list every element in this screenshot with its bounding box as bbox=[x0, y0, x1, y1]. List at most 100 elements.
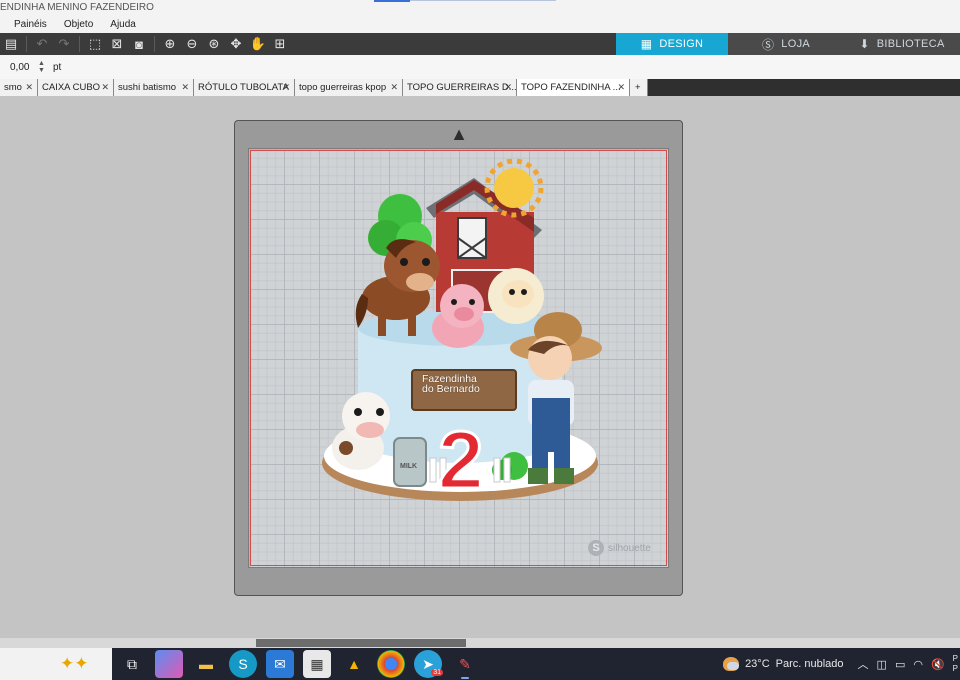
sun bbox=[494, 168, 534, 208]
sparkle-icon[interactable]: ✦✦ bbox=[60, 654, 89, 674]
pig-eye bbox=[451, 299, 457, 305]
cake-topper-artwork[interactable]: 2 MILK bbox=[318, 158, 608, 518]
horse-leg bbox=[408, 310, 416, 336]
toolbar-separator bbox=[79, 36, 80, 52]
value-stepper[interactable]: ▲ ▼ bbox=[38, 60, 45, 74]
doc-tab-label: TOPO FAZENDINHA ... bbox=[521, 82, 621, 93]
active-app-icon[interactable]: ✎ bbox=[451, 650, 479, 679]
telegram-badge: 31 bbox=[431, 669, 443, 676]
title-accent bbox=[374, 0, 410, 2]
feed-direction-arrow-icon: ▲ bbox=[450, 124, 468, 144]
outlook-icon[interactable]: ✉ bbox=[266, 650, 294, 678]
chrome-icon[interactable] bbox=[377, 650, 405, 678]
farmer-boot bbox=[554, 468, 574, 484]
doc-tab[interactable]: CAIXA CUBO ✕ bbox=[38, 79, 114, 96]
close-icon[interactable]: ✕ bbox=[504, 79, 512, 96]
value-field[interactable]: 0,00 bbox=[10, 62, 34, 73]
pig-eye bbox=[469, 299, 475, 305]
chevron-up-icon[interactable]: ︿ bbox=[858, 656, 869, 672]
horse-muzzle bbox=[406, 273, 434, 291]
tab-design-label: DESIGN bbox=[659, 38, 704, 50]
task-view-icon[interactable]: ⧉ bbox=[118, 650, 146, 678]
barn-window bbox=[457, 217, 487, 259]
redo-icon[interactable]: ↷ bbox=[53, 33, 75, 55]
close-icon[interactable]: ✕ bbox=[101, 79, 109, 96]
wifi-icon[interactable]: ◠ bbox=[913, 658, 923, 671]
doc-tab-label: CAIXA CUBO bbox=[42, 82, 101, 93]
doc-tab-label: smo bbox=[4, 82, 22, 93]
doc-tab[interactable]: TOPO GUERREIRAS D... ✕ bbox=[403, 79, 517, 96]
weather-widget[interactable]: 23°C Parc. nublado bbox=[723, 657, 844, 671]
doc-tab[interactable]: sushi batismo ✕ bbox=[114, 79, 194, 96]
farmer-boot bbox=[528, 468, 548, 484]
tab-loja[interactable]: Ⓢ LOJA bbox=[728, 33, 844, 55]
zoom-in-icon[interactable]: ⊕ bbox=[159, 33, 181, 55]
file-explorer-icon[interactable]: ▬ bbox=[192, 650, 220, 678]
taskbar-apps: ⧉ ▬ S ✉ ▦ ▲ ➤ 31 ✎ bbox=[118, 650, 488, 679]
doc-tab-label: TOPO GUERREIRAS D... bbox=[407, 82, 517, 93]
menu-objeto[interactable]: Objeto bbox=[64, 16, 93, 33]
pan-hand-icon[interactable]: ✋ bbox=[247, 33, 269, 55]
menu-paineis[interactable]: Painéis bbox=[14, 16, 47, 33]
toolbar-separator bbox=[154, 36, 155, 52]
system-tray: 23°C Parc. nublado ︿ ◫ ▭ ◠ 🔇 P P bbox=[723, 648, 960, 680]
plaque-line-2: do Bernardo bbox=[422, 383, 480, 395]
deselect-icon[interactable]: ⊠ bbox=[106, 33, 128, 55]
move-down-icon[interactable]: ✥ bbox=[225, 33, 247, 55]
telegram-icon[interactable]: ➤ 31 bbox=[414, 650, 443, 678]
select-all-icon[interactable]: ⬚ bbox=[84, 33, 106, 55]
doc-tab-active[interactable]: TOPO FAZENDINHA ... ✕ bbox=[517, 79, 630, 96]
title-line bbox=[410, 0, 556, 1]
cow-eye bbox=[376, 408, 384, 416]
window-title: ENDINHA MENINO FAZENDEIRO bbox=[0, 2, 154, 13]
store-s-icon: Ⓢ bbox=[761, 37, 775, 52]
close-icon[interactable]: ✕ bbox=[617, 79, 625, 96]
tab-biblioteca[interactable]: ⬇ BIBLIOTECA bbox=[844, 33, 960, 55]
doc-tab-label: RÓTULO TUBOLATA bbox=[198, 82, 289, 93]
unit-label: pt bbox=[52, 61, 62, 73]
pig-head bbox=[440, 284, 484, 328]
select-by-color-icon[interactable]: ◙ bbox=[128, 33, 150, 55]
close-icon[interactable]: ✕ bbox=[282, 79, 290, 96]
milk-label: MILK bbox=[400, 463, 417, 470]
design-grid-icon: ▦ bbox=[640, 37, 653, 51]
close-icon[interactable]: ✕ bbox=[390, 79, 398, 96]
watermark-text: silhouette bbox=[608, 542, 651, 554]
battery-icon[interactable]: ▭ bbox=[895, 658, 905, 671]
sheep-eye bbox=[521, 289, 527, 295]
doc-tab[interactable]: RÓTULO TUBOLATA ✕ bbox=[194, 79, 295, 96]
zoom-out-icon[interactable]: ⊖ bbox=[181, 33, 203, 55]
volume-muted-icon[interactable]: 🔇 bbox=[931, 658, 945, 671]
doc-tab[interactable]: smo ✕ bbox=[0, 79, 38, 96]
camera-icon[interactable]: ◫ bbox=[877, 658, 887, 671]
close-icon[interactable]: ✕ bbox=[25, 79, 33, 96]
clock[interactable]: P P bbox=[953, 654, 958, 674]
horse-eye bbox=[400, 258, 408, 266]
google-drive-icon[interactable]: ▲ bbox=[340, 650, 368, 678]
clipboard-icon[interactable]: ▤ bbox=[0, 33, 22, 55]
properties-bar: 0,00 ▲ ▼ pt bbox=[0, 55, 960, 79]
fit-page-icon[interactable]: ⊞ bbox=[269, 33, 291, 55]
menu-bar: Painéis Objeto Ajuda bbox=[0, 16, 960, 33]
clock-line-2: P bbox=[952, 664, 958, 673]
doc-tab[interactable]: topo guerreiras kpop ✕ bbox=[295, 79, 403, 96]
window-title-bar: ENDINHA MENINO FAZENDEIRO bbox=[0, 0, 960, 16]
undo-icon[interactable]: ↶ bbox=[31, 33, 53, 55]
copilot-icon[interactable] bbox=[155, 650, 183, 678]
tab-design[interactable]: ▦ DESIGN bbox=[616, 33, 728, 55]
sheep-face bbox=[502, 280, 534, 308]
silhouette-watermark: S silhouette bbox=[588, 540, 651, 556]
horizontal-scrollbar[interactable] bbox=[0, 638, 960, 648]
add-tab-button[interactable]: + bbox=[630, 79, 648, 96]
zoom-selection-icon[interactable]: ⊛ bbox=[203, 33, 225, 55]
doc-tab-label: sushi batismo bbox=[118, 82, 177, 93]
temperature-text: 23°C bbox=[745, 658, 770, 670]
menu-ajuda[interactable]: Ajuda bbox=[110, 16, 136, 33]
weather-text: Parc. nublado bbox=[775, 658, 844, 670]
store-icon[interactable]: ▦ bbox=[303, 650, 331, 678]
clock-line-1: P bbox=[952, 654, 958, 663]
close-icon[interactable]: ✕ bbox=[181, 79, 189, 96]
scrollbar-thumb[interactable] bbox=[256, 639, 466, 647]
taskbar-copilot-area[interactable]: ✦✦ bbox=[0, 648, 112, 680]
silhouette-app-icon[interactable]: S bbox=[229, 650, 257, 678]
